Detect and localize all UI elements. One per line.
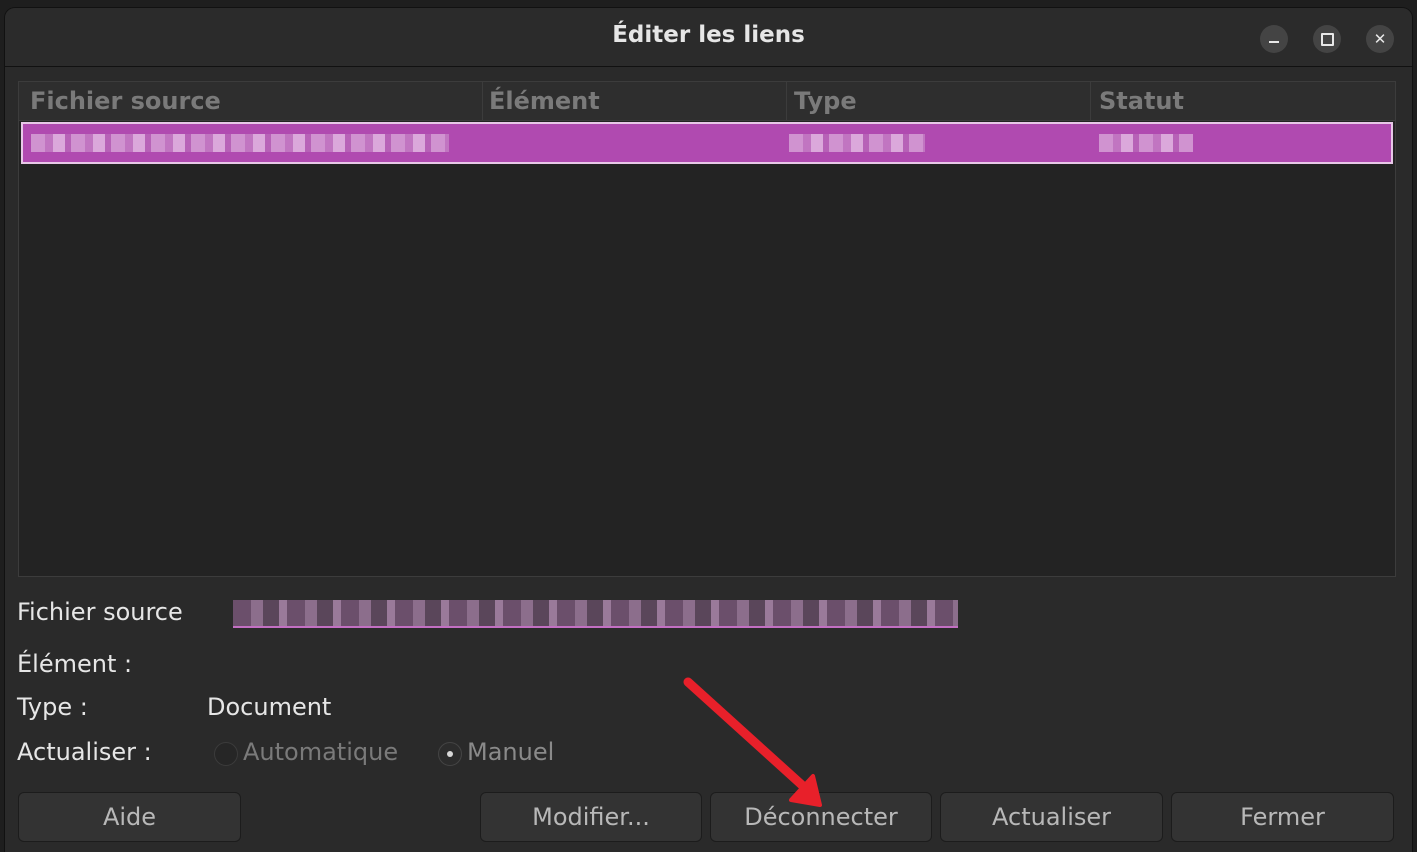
close-window-button[interactable]: ✕ (1366, 25, 1394, 53)
column-separator[interactable] (1090, 82, 1091, 120)
redacted-type (789, 134, 925, 152)
update-label: Actualiser : (17, 738, 152, 766)
edit-links-dialog: Éditer les liens ✕ Fichier source Élémen… (5, 8, 1412, 852)
type-value: Document (207, 693, 332, 721)
radio-automatic-label: Automatique (243, 738, 399, 766)
dialog-title: Éditer les liens (612, 22, 805, 48)
list-header: Fichier source Élément Type Statut (19, 82, 1395, 121)
update-button[interactable]: Actualiser (940, 792, 1163, 842)
redacted-source-file (31, 134, 449, 152)
source-file-label: Fichier source (17, 598, 183, 626)
radio-manual-label: Manuel (467, 738, 555, 766)
redacted-status (1099, 134, 1193, 152)
column-header-source-file[interactable]: Fichier source (30, 86, 221, 116)
modify-button[interactable]: Modifier... (480, 792, 702, 842)
disconnect-button[interactable]: Déconnecter (710, 792, 932, 842)
column-header-element[interactable]: Élément (489, 86, 600, 116)
help-button[interactable]: Aide (18, 792, 241, 842)
column-header-status[interactable]: Statut (1099, 86, 1184, 116)
minimize-icon (1269, 41, 1279, 43)
column-separator[interactable] (786, 82, 787, 120)
minimize-button[interactable] (1260, 25, 1288, 53)
table-row[interactable] (21, 122, 1393, 164)
close-button[interactable]: Fermer (1171, 792, 1394, 842)
title-bar[interactable]: Éditer les liens ✕ (5, 8, 1412, 67)
redacted-source-path (233, 600, 958, 628)
column-header-type[interactable]: Type (794, 86, 857, 116)
maximize-button[interactable] (1313, 25, 1341, 53)
type-label: Type : (17, 693, 88, 721)
close-icon: ✕ (1373, 30, 1387, 48)
links-list[interactable]: Fichier source Élément Type Statut (18, 81, 1396, 577)
radio-manual[interactable] (438, 742, 462, 766)
column-separator[interactable] (482, 82, 483, 120)
element-label: Élément : (17, 650, 133, 678)
radio-automatic[interactable] (214, 742, 238, 766)
maximize-icon (1320, 32, 1334, 46)
